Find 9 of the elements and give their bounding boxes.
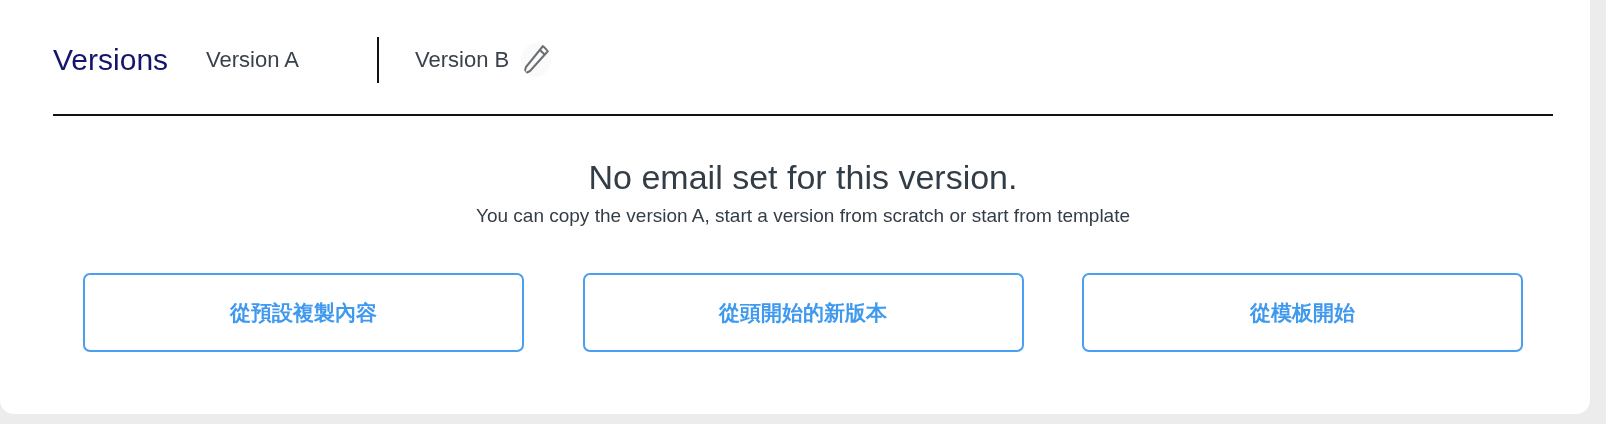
version-tab[interactable]: Version A [206, 47, 300, 73]
empty-message: You can copy the version A, start a version from scratch or start from template [475, 205, 1131, 227]
pencil-icon[interactable] [521, 43, 552, 77]
start-option-button[interactable]: 從預設複製內容 [83, 273, 524, 352]
section-title: Versions [53, 43, 169, 77]
start-option-button[interactable]: 從頭開始的新版本 [582, 273, 1024, 352]
version-tab[interactable]: Version B [415, 47, 510, 73]
start-option-button[interactable]: 從模板開始 [1082, 273, 1523, 352]
empty-heading: No email set for this version. [587, 158, 1019, 197]
